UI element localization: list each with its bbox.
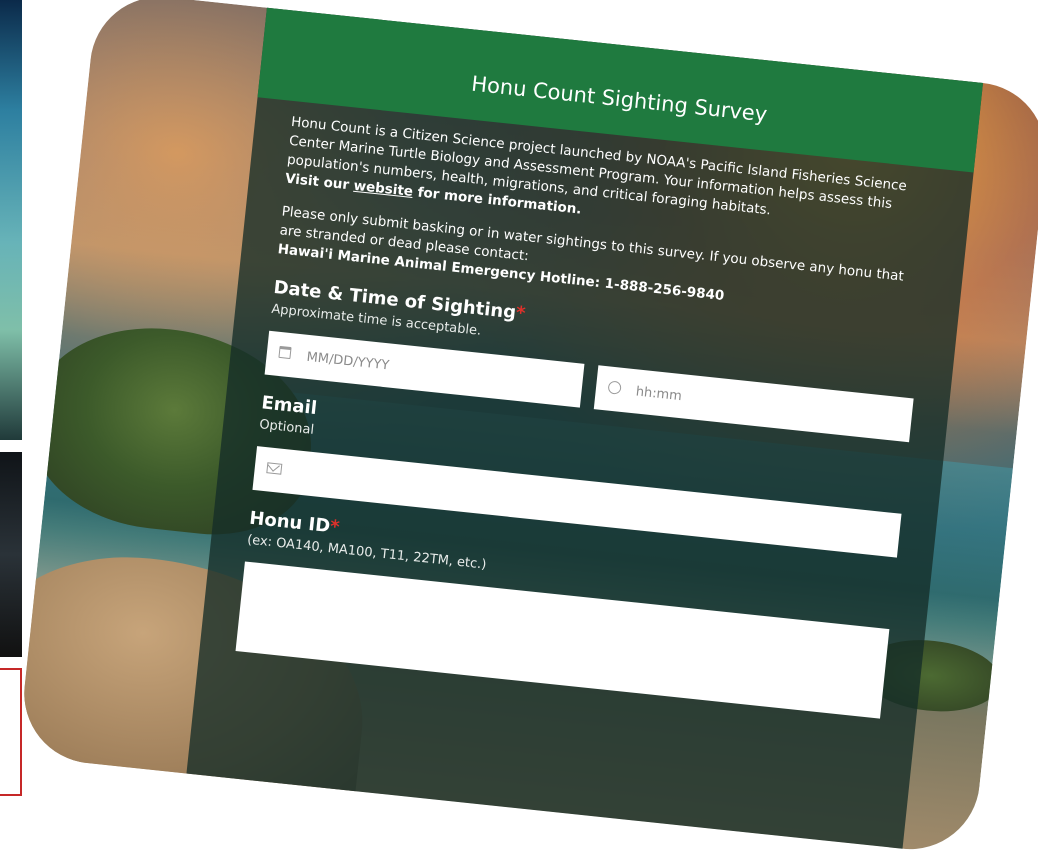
- survey-title: Honu Count Sighting Survey: [470, 71, 769, 127]
- envelope-icon: [266, 461, 285, 479]
- background-photo-strip-2: [0, 452, 22, 657]
- time-placeholder: hh:mm: [635, 383, 683, 404]
- required-marker: *: [514, 302, 527, 325]
- background-photo-strip: [0, 0, 22, 440]
- website-link[interactable]: website: [353, 178, 414, 200]
- visit-prefix: Visit our: [284, 170, 350, 194]
- calendar-icon: [278, 345, 298, 364]
- survey-card: Honu Count Sighting Survey Honu Count is…: [17, 0, 1038, 856]
- date-placeholder: MM/DD/YYYY: [305, 349, 390, 373]
- clock-icon: [607, 379, 627, 399]
- survey-form-panel: Honu Count Sighting Survey Honu Count is…: [182, 0, 985, 856]
- required-marker: *: [328, 516, 341, 539]
- background-frame-strip: [0, 668, 22, 796]
